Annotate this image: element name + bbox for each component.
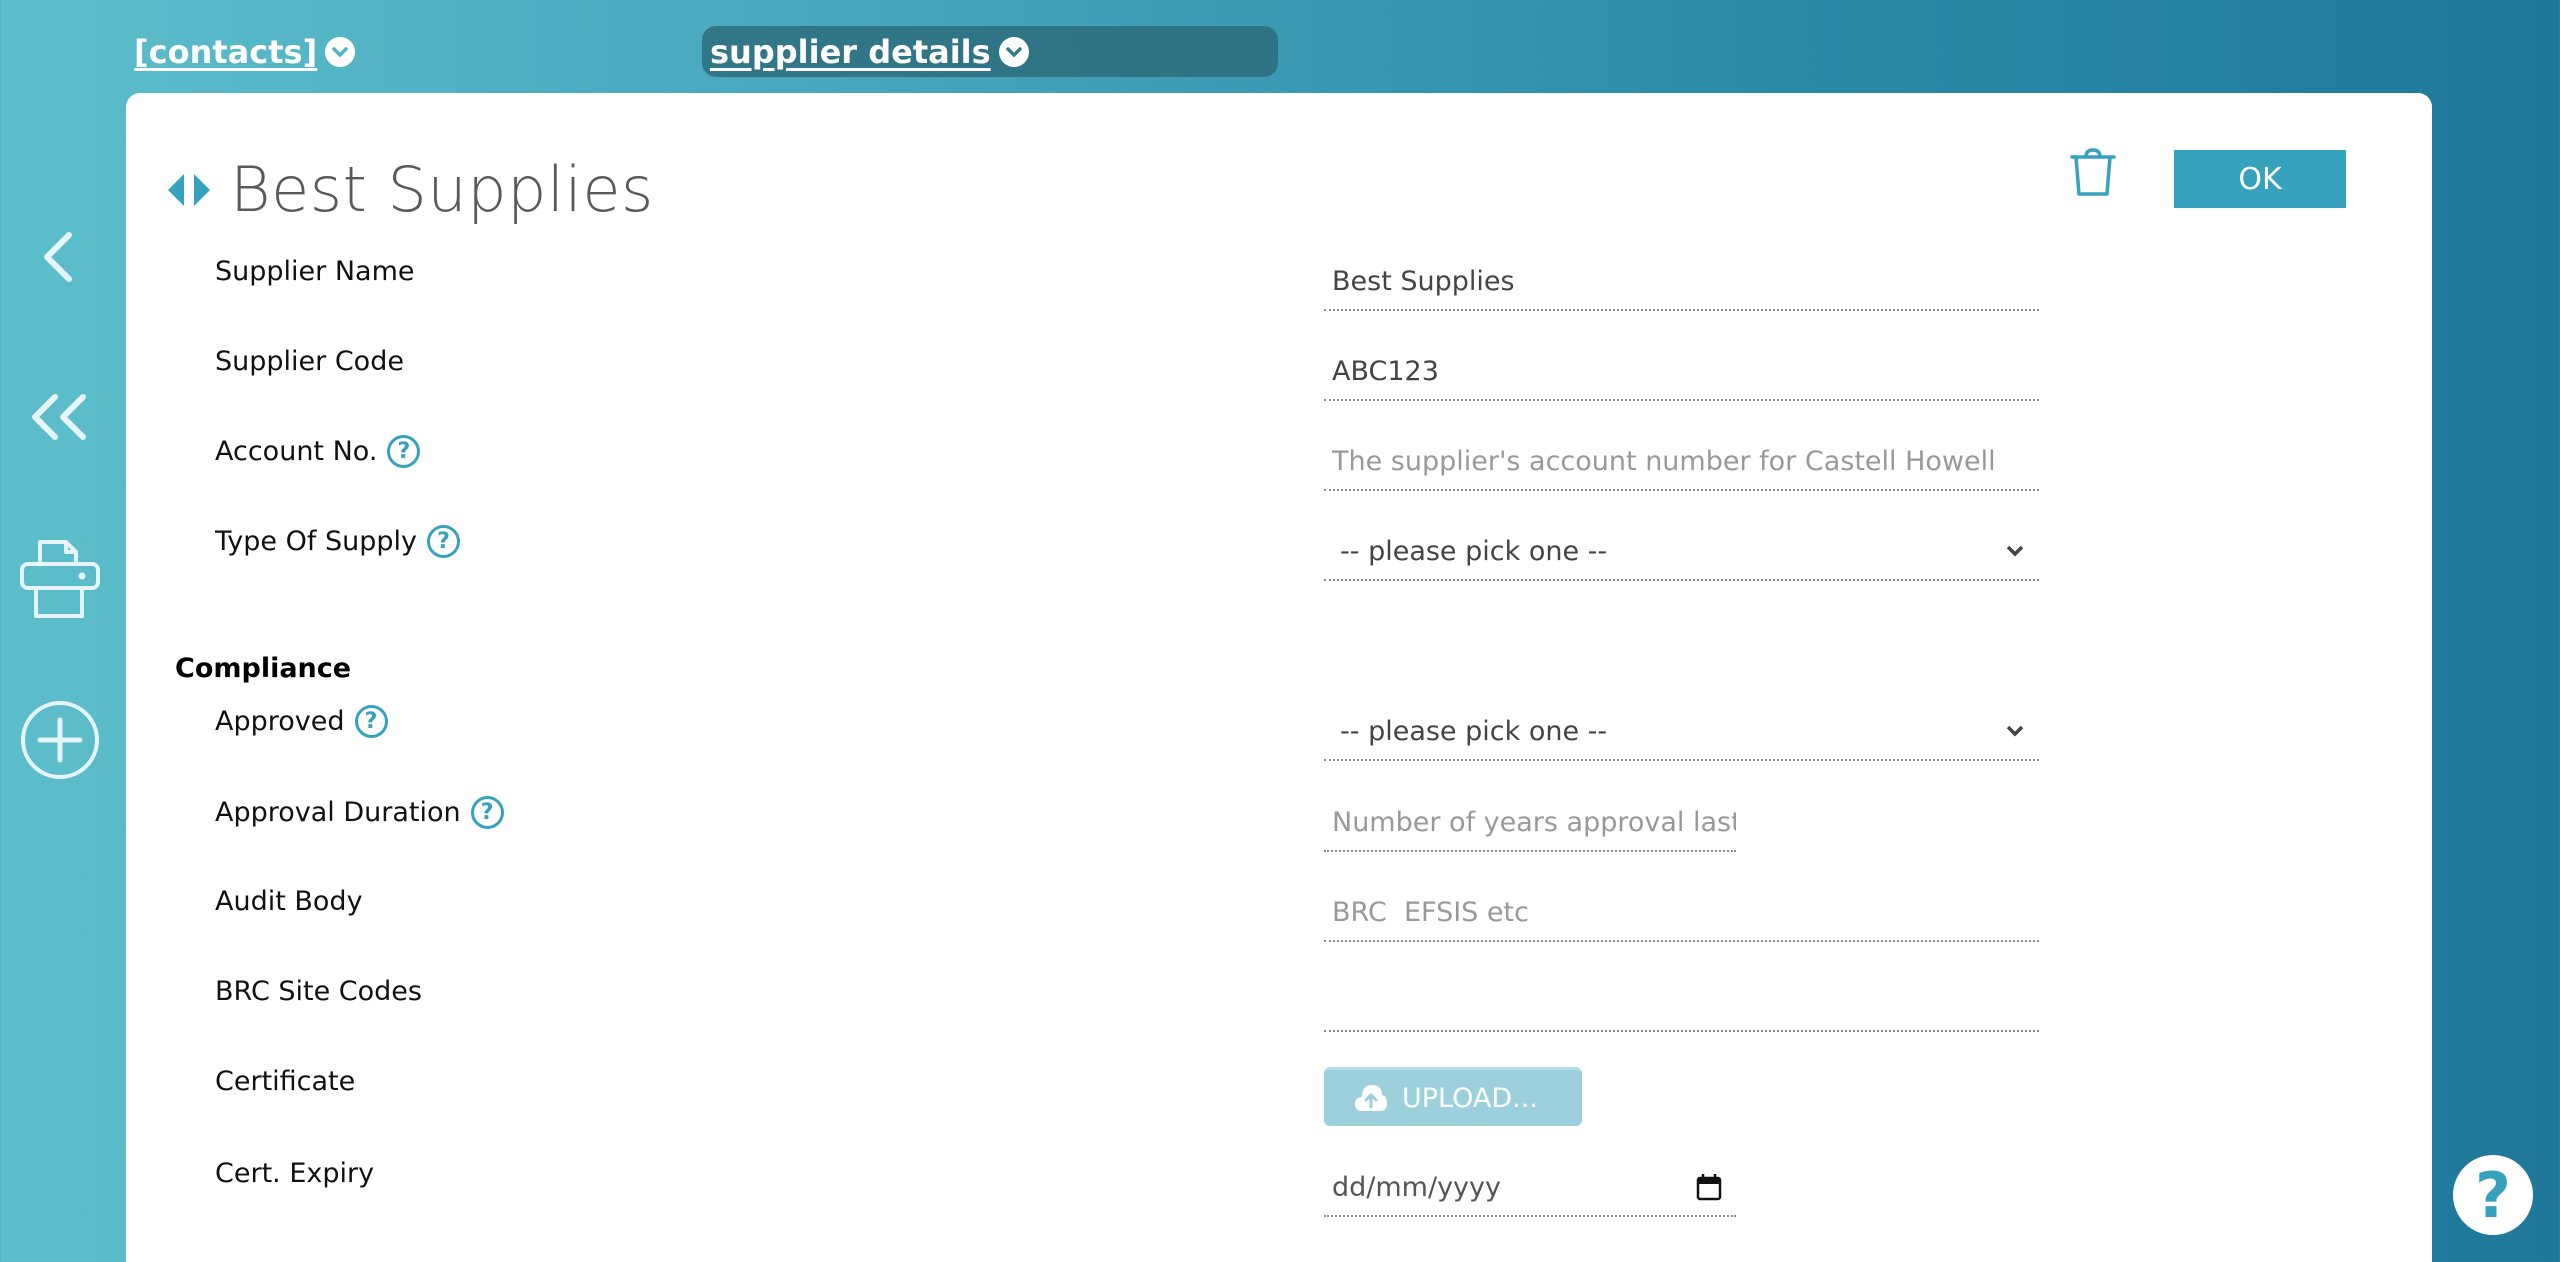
tab-supplier-details[interactable]: supplier details <box>702 26 1278 77</box>
account-no-field[interactable] <box>1332 445 2039 477</box>
upload-label: UPLOAD... <box>1402 1082 1538 1114</box>
trash-icon <box>2070 148 2116 196</box>
approved-select[interactable]: -- please pick one -- <box>1324 703 2039 761</box>
brc-site-codes-input[interactable] <box>1324 974 2039 1032</box>
audit-body-input[interactable] <box>1324 884 2039 942</box>
record-nav[interactable] <box>164 172 214 208</box>
approval-duration-label: Approval Duration ? <box>215 796 504 829</box>
supplier-code-field[interactable] <box>1332 355 2039 387</box>
help-icon[interactable]: ? <box>470 796 504 829</box>
type-of-supply-label: Type Of Supply ? <box>215 525 460 558</box>
supplier-name-field[interactable] <box>1332 265 2039 297</box>
chevron-down-icon[interactable] <box>325 36 356 67</box>
brc-site-codes-field[interactable] <box>1332 986 2039 1018</box>
chevron-down-icon <box>2006 725 2024 737</box>
upload-button[interactable]: UPLOAD... <box>1324 1067 1582 1126</box>
double-chevron-icon[interactable] <box>18 375 102 459</box>
cert-expiry-input[interactable]: dd/mm/yyyy <box>1324 1159 1736 1217</box>
label-text: Supplier Code <box>215 346 404 377</box>
approval-duration-input[interactable] <box>1324 794 1736 852</box>
audit-body-label: Audit Body <box>215 886 363 917</box>
select-value: -- please pick one -- <box>1340 715 1608 747</box>
supplier-name-label: Supplier Name <box>215 256 414 287</box>
page-title: Best Supplies <box>230 153 654 226</box>
label-text: Cert. Expiry <box>215 1158 375 1189</box>
label-text: Approval Duration <box>215 797 461 828</box>
question-mark-icon: ? <box>2475 1158 2511 1232</box>
previous-record-icon[interactable] <box>164 172 186 208</box>
label-text: Type Of Supply <box>215 526 417 557</box>
plus-circle-icon[interactable] <box>18 698 102 782</box>
label-text: Account No. <box>215 436 378 467</box>
tab-contacts[interactable]: [contacts] <box>134 26 356 77</box>
audit-body-field[interactable] <box>1332 896 2039 928</box>
account-no-label: Account No. ? <box>215 435 421 468</box>
help-icon[interactable]: ? <box>387 435 421 468</box>
help-icon[interactable]: ? <box>354 705 388 738</box>
account-no-input[interactable] <box>1324 433 2039 491</box>
supplier-name-input[interactable] <box>1324 253 2039 311</box>
approval-duration-field[interactable] <box>1332 806 1736 838</box>
tab-supplier-details-label: supplier details <box>710 32 991 71</box>
help-icon[interactable]: ? <box>426 525 460 558</box>
back-icon[interactable] <box>18 215 102 299</box>
chevron-down-icon <box>2006 545 2024 557</box>
tab-contacts-label: [contacts] <box>134 32 318 71</box>
supplier-code-label: Supplier Code <box>215 346 404 377</box>
cert-expiry-label: Cert. Expiry <box>215 1158 374 1189</box>
type-of-supply-select[interactable]: -- please pick one -- <box>1324 523 2039 581</box>
delete-button[interactable] <box>2070 148 2116 198</box>
supplier-card: Best Supplies OK Supplier Name Supplier … <box>126 93 2432 1262</box>
help-button[interactable]: ? <box>2453 1155 2533 1235</box>
label-text: Supplier Name <box>215 256 415 287</box>
section-heading-compliance: Compliance <box>175 653 352 684</box>
date-value: dd/mm/yyyy <box>1332 1171 1501 1203</box>
next-record-icon[interactable] <box>192 172 214 208</box>
chevron-down-icon[interactable] <box>998 36 1029 67</box>
select-value: -- please pick one -- <box>1340 535 1608 567</box>
calendar-icon[interactable] <box>1696 1173 1722 1201</box>
certificate-label: Certificate <box>215 1066 355 1097</box>
ok-button[interactable]: OK <box>2174 150 2346 208</box>
label-text: Certificate <box>215 1066 356 1097</box>
label-text: Audit Body <box>215 886 363 917</box>
printer-icon[interactable] <box>18 538 102 622</box>
label-text: Approved <box>215 706 345 737</box>
cloud-upload-icon <box>1355 1085 1387 1111</box>
supplier-code-input[interactable] <box>1324 343 2039 401</box>
brc-site-codes-label: BRC Site Codes <box>215 976 422 1007</box>
label-text: BRC Site Codes <box>215 976 422 1007</box>
approved-label: Approved ? <box>215 705 388 738</box>
